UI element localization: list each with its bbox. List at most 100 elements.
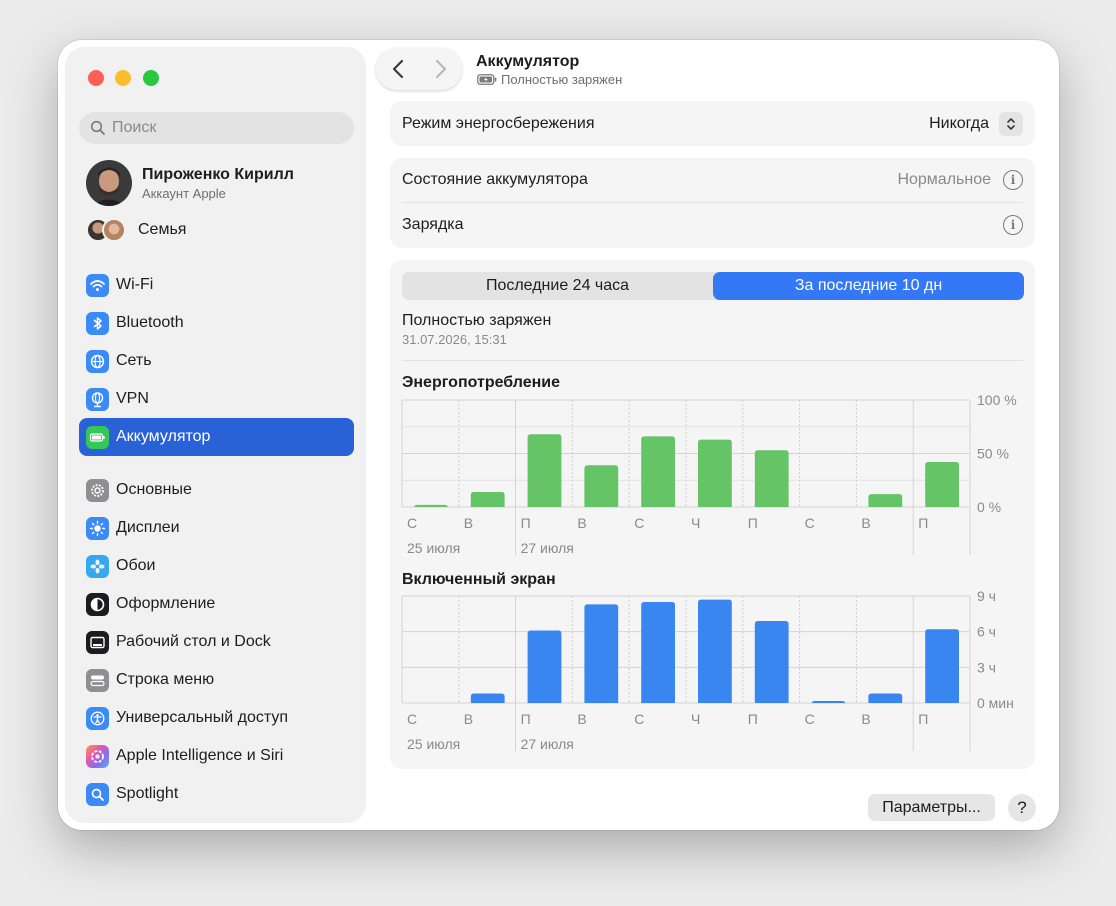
low-power-select[interactable]: Никогда: [929, 111, 1023, 136]
minimize-window-button[interactable]: [115, 70, 131, 86]
sidebar-item-label: VPN: [116, 390, 149, 407]
sidebar-item-accessibility[interactable]: Универсальный доступ: [79, 699, 354, 737]
sidebar-item-appearance[interactable]: Оформление: [79, 585, 354, 623]
bar: [584, 604, 619, 703]
date-label: 25 июля: [407, 540, 460, 555]
sidebar-item-flower[interactable]: Обои: [79, 547, 354, 585]
sidebar-item-label: Аккумулятор: [116, 428, 211, 445]
bar: [925, 462, 959, 507]
x-tick-label: В: [464, 515, 473, 531]
sidebar: Поиск Пироженко Кирилл Аккаунт Apple Сем…: [66, 48, 365, 822]
zoom-window-button[interactable]: [143, 70, 159, 86]
page-title: Аккумулятор: [476, 53, 580, 70]
history-nav: [376, 48, 462, 90]
accessibility-icon: [86, 706, 109, 730]
charge-status: Полностью заряжен: [402, 312, 552, 329]
y-tick-label: 6 ч: [977, 624, 996, 640]
sidebar-item-siri[interactable]: Apple Intelligence и Siri: [79, 737, 354, 775]
globe-icon: [86, 349, 109, 373]
x-tick-label: Ч: [691, 711, 700, 727]
wifi-icon: [86, 273, 109, 297]
bar: [470, 492, 505, 507]
sidebar-item-label: Оформление: [116, 595, 216, 612]
x-tick-label: С: [634, 711, 644, 727]
sidebar-item-label: Spotlight: [116, 785, 179, 802]
x-tick-label: С: [634, 515, 644, 531]
sun-icon: [86, 516, 109, 540]
battery-info-card: Состояние аккумулятора Нормальное i Заря…: [390, 158, 1035, 248]
bar: [754, 450, 789, 507]
sidebar-item-dock[interactable]: Рабочий стол и Dock: [79, 623, 354, 661]
profile-subtitle: Аккаунт Apple: [142, 185, 226, 201]
sidebar-item-gear[interactable]: Основные: [79, 471, 354, 509]
screen-on-chart: 9 ч 6 ч 3 ч 0 мин С В П В С Ч П С В П 25 июля 27 июля: [401, 591, 1014, 751]
apple-account-item[interactable]: Пироженко Кирилл Аккаунт Apple: [86, 160, 294, 206]
sidebar-item-globe[interactable]: Сеть: [79, 342, 354, 380]
flower-icon: [86, 554, 109, 578]
time-range-segmented-control: Последние 24 часа За последние 10 дн: [402, 272, 1024, 300]
bar: [868, 693, 903, 703]
sidebar-item-bluetooth[interactable]: Bluetooth: [79, 304, 354, 342]
close-window-button[interactable]: [88, 70, 104, 86]
date-label: 27 июля: [521, 540, 574, 555]
sidebar-item-menubar[interactable]: Строка меню: [79, 661, 354, 699]
health-value: Нормальное: [897, 171, 991, 188]
low-power-card: Режим энергосбережения Никогда: [390, 101, 1035, 146]
sidebar-item-label: Wi-Fi: [116, 276, 154, 293]
sidebar-item-magnifier[interactable]: Spotlight: [79, 775, 354, 813]
sidebar-item-wifi[interactable]: Wi-Fi: [79, 266, 354, 304]
tab-last-10-days[interactable]: За последние 10 дн: [713, 272, 1024, 300]
sidebar-item-label: Bluetooth: [116, 314, 184, 331]
sidebar-item-label: Сеть: [116, 352, 152, 369]
screen-chart-title: Включенный экран: [402, 571, 556, 588]
health-info-icon[interactable]: i: [1003, 170, 1023, 190]
bar: [470, 693, 505, 703]
sidebar-item-label: Рабочий стол и Dock: [116, 633, 271, 650]
bar: [527, 434, 562, 507]
sidebar-item-label: Основные: [116, 481, 192, 498]
battery-health-row: Состояние аккумулятора Нормальное i: [402, 158, 1023, 202]
help-button[interactable]: ?: [1008, 794, 1036, 822]
x-tick-label: В: [464, 711, 473, 727]
siri-icon: [86, 744, 109, 768]
updown-chevron-icon: [999, 111, 1023, 136]
sidebar-item-sun[interactable]: Дисплеи: [79, 509, 354, 547]
family-item[interactable]: Семья: [86, 218, 186, 242]
y-tick-label: 50 %: [977, 446, 1009, 462]
bluetooth-icon: [86, 311, 109, 335]
gear-icon: [86, 478, 109, 502]
back-button[interactable]: [376, 48, 419, 90]
tab-last-24-hours[interactable]: Последние 24 часа: [402, 272, 713, 300]
sidebar-item-label: Строка меню: [116, 671, 215, 688]
battery-charged-icon: [477, 74, 497, 85]
vpn-globe-icon: [86, 387, 109, 411]
x-tick-label: П: [918, 515, 928, 531]
y-tick-label: 9 ч: [977, 591, 996, 604]
options-button[interactable]: Параметры...: [868, 794, 995, 821]
y-tick-label: 0 мин: [977, 695, 1014, 711]
battery-icon: [86, 425, 109, 449]
date-label: 27 июля: [521, 736, 574, 751]
bar: [698, 439, 732, 507]
x-tick-label: В: [577, 515, 586, 531]
x-tick-label: В: [861, 515, 870, 531]
subtitle-text: Полностью заряжен: [501, 72, 623, 87]
sidebar-item-battery[interactable]: Аккумулятор: [79, 418, 354, 456]
sidebar-item-vpn-globe[interactable]: VPN: [79, 380, 354, 418]
magnifier-icon: [86, 782, 109, 806]
forward-button[interactable]: [419, 48, 462, 90]
charge-time: 31.07.2026, 15:31: [402, 332, 507, 347]
health-label: Состояние аккумулятора: [402, 171, 588, 188]
bar: [754, 620, 789, 703]
search-input[interactable]: Поиск: [79, 112, 354, 144]
family-avatars: [86, 218, 130, 242]
appearance-icon: [86, 592, 109, 616]
bar: [584, 465, 619, 507]
bar: [641, 436, 675, 507]
chevron-right-icon: [435, 59, 446, 79]
date-label: 25 июля: [407, 736, 460, 751]
search-placeholder: Поиск: [112, 119, 157, 136]
charging-info-icon[interactable]: i: [1003, 215, 1023, 235]
chevron-left-icon: [392, 59, 403, 79]
charging-label: Зарядка: [402, 216, 464, 233]
